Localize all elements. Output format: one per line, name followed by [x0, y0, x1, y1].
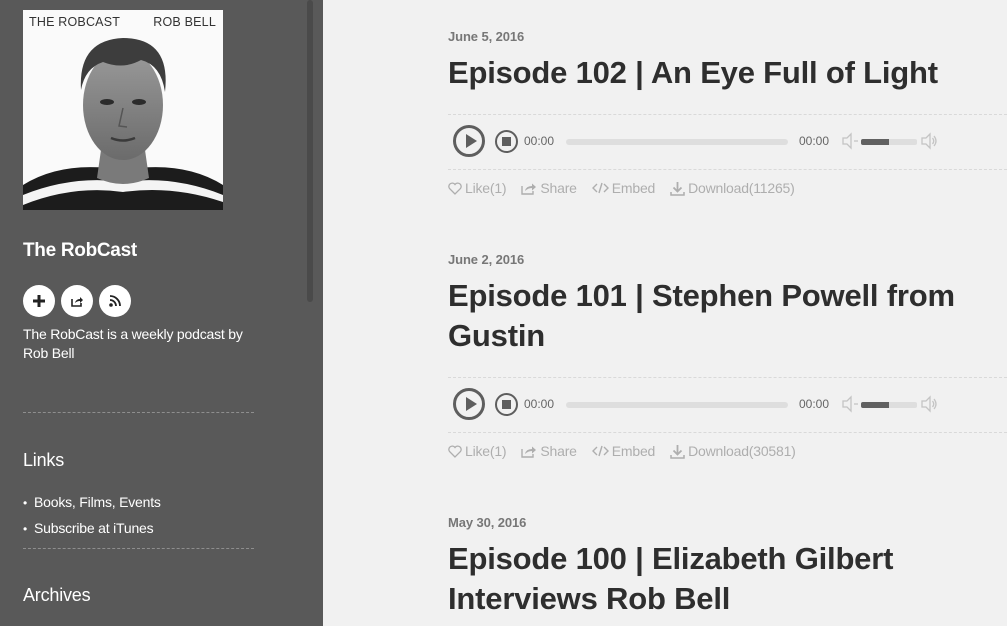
- time-elapsed: 00:00: [524, 397, 555, 411]
- volume-mute-icon[interactable]: [841, 132, 859, 150]
- archives-heading: Archives: [23, 585, 91, 605]
- stop-button[interactable]: [495, 130, 518, 153]
- links-list: Books, Films, Events Subscribe at iTunes: [23, 490, 161, 542]
- volume-max-icon[interactable]: [920, 132, 938, 150]
- like-label: Like(1): [465, 443, 507, 459]
- play-button[interactable]: [453, 388, 485, 420]
- volume-level: [861, 139, 889, 145]
- embed-button[interactable]: Embed: [591, 180, 656, 196]
- share-icon: [71, 297, 83, 307]
- download-button[interactable]: Download(30581): [670, 443, 796, 459]
- episode-title[interactable]: Episode 101 | Stephen Powell from Gustin: [448, 276, 1004, 356]
- volume-slider[interactable]: [861, 139, 917, 145]
- episode-title[interactable]: Episode 100 | Elizabeth Gilbert Intervie…: [448, 539, 1004, 619]
- cover-title-right: ROB BELL: [153, 15, 216, 29]
- like-button[interactable]: Like(1): [448, 180, 507, 196]
- episode-item: May 30, 2016 Episode 100 | Elizabeth Gil…: [448, 515, 1007, 619]
- sidebar-divider: [23, 548, 254, 549]
- download-icon: [670, 181, 685, 196]
- share-button[interactable]: [61, 285, 93, 317]
- volume-level: [861, 402, 889, 408]
- like-label: Like(1): [465, 180, 507, 196]
- heart-icon: [448, 444, 462, 458]
- time-elapsed: 00:00: [524, 134, 555, 148]
- links-heading: Links: [23, 450, 65, 470]
- audio-player: 00:00 00:00: [448, 377, 1007, 433]
- sidebar-divider: [23, 412, 254, 413]
- heart-icon: [448, 181, 462, 195]
- download-icon: [670, 444, 685, 459]
- cover-title-left: THE ROBCAST: [29, 15, 121, 29]
- episode-item: June 2, 2016 Episode 101 | Stephen Powel…: [448, 252, 1007, 459]
- download-label: Download(30581): [688, 443, 796, 459]
- code-icon: [591, 445, 609, 457]
- sidebar: THE ROBCAST ROB BELL The RobCast The Rob…: [0, 0, 323, 626]
- episode-title[interactable]: Episode 102 | An Eye Full of Light: [448, 53, 1004, 93]
- link-books-films-events[interactable]: Books, Films, Events: [23, 490, 161, 516]
- podcast-cover-image[interactable]: THE ROBCAST ROB BELL: [23, 10, 223, 210]
- embed-button[interactable]: Embed: [591, 443, 656, 459]
- share-icon: [521, 446, 537, 458]
- link-subscribe-itunes[interactable]: Subscribe at iTunes: [23, 516, 161, 542]
- volume-slider[interactable]: [861, 402, 917, 408]
- time-total: 00:00: [799, 134, 830, 148]
- episode-date: June 5, 2016: [448, 29, 525, 44]
- seek-bar[interactable]: [566, 402, 788, 408]
- share-label: Share: [540, 180, 577, 196]
- volume-mute-icon[interactable]: [841, 395, 859, 413]
- download-button[interactable]: Download(11265): [670, 180, 795, 196]
- share-episode-button[interactable]: Share: [521, 180, 577, 196]
- embed-label: Embed: [611, 443, 656, 459]
- embed-label: Embed: [611, 180, 656, 196]
- plus-icon: [33, 295, 45, 307]
- episode-date: June 2, 2016: [448, 252, 525, 267]
- episode-actions: Like(1) Share Embed Download(30581): [448, 443, 811, 459]
- rss-button[interactable]: [99, 285, 131, 317]
- portrait-image: [23, 10, 223, 210]
- like-button[interactable]: Like(1): [448, 443, 507, 459]
- rss-icon: [109, 295, 121, 307]
- stop-button[interactable]: [495, 393, 518, 416]
- audio-player: 00:00 00:00: [448, 114, 1007, 170]
- time-total: 00:00: [799, 397, 830, 411]
- sidebar-scrollbar[interactable]: [307, 0, 313, 302]
- share-label: Share: [540, 443, 577, 459]
- episode-item: June 5, 2016 Episode 102 | An Eye Full o…: [448, 29, 1007, 196]
- share-episode-button[interactable]: Share: [521, 443, 577, 459]
- podcast-action-buttons: [23, 285, 131, 317]
- play-button[interactable]: [453, 125, 485, 157]
- podcast-description: The RobCast is a weekly podcast by Rob B…: [23, 326, 243, 361]
- subscribe-button[interactable]: [23, 285, 55, 317]
- podcast-title[interactable]: The RobCast: [23, 240, 137, 262]
- download-label: Download(11265): [688, 180, 795, 196]
- episode-actions: Like(1) Share Embed Download(11265): [448, 180, 810, 196]
- volume-max-icon[interactable]: [920, 395, 938, 413]
- share-icon: [521, 183, 537, 195]
- seek-bar[interactable]: [566, 139, 788, 145]
- episode-date: May 30, 2016: [448, 515, 527, 530]
- code-icon: [591, 182, 609, 194]
